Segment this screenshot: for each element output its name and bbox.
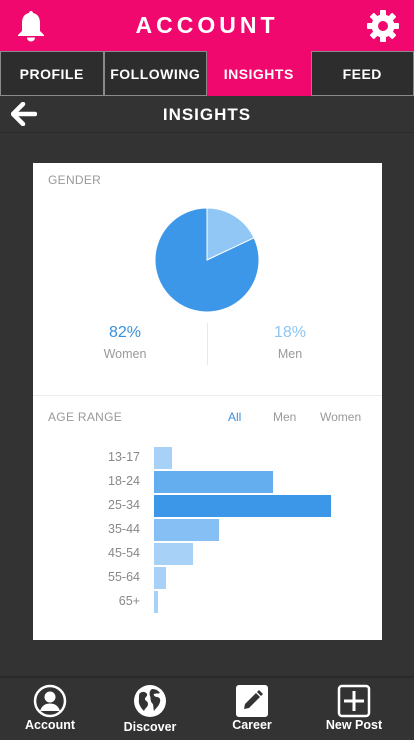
nav-account-label: Account bbox=[25, 718, 75, 732]
nav-career-label: Career bbox=[232, 718, 272, 732]
pencil-icon bbox=[236, 685, 268, 717]
header-title: ACCOUNT bbox=[135, 12, 279, 38]
nav-career[interactable]: Career bbox=[202, 678, 302, 740]
account-tabs: PROFILE FOLLOWING INSIGHTS FEED bbox=[0, 51, 414, 96]
filter-all[interactable]: All bbox=[228, 410, 241, 424]
gender-section-label: GENDER bbox=[48, 173, 102, 187]
men-percentage: 18% bbox=[273, 324, 307, 341]
tab-feed[interactable]: FEED bbox=[310, 51, 414, 96]
user-circle-icon bbox=[33, 684, 67, 718]
age-range-bar-chart: 13-17 18-24 25-34 35-44 45-54 55-64 65+ bbox=[33, 447, 382, 617]
nav-discover[interactable]: Discover bbox=[100, 678, 200, 740]
nav-new-post[interactable]: New Post bbox=[304, 678, 404, 740]
age-bar-25-34 bbox=[154, 495, 331, 517]
age-bar-35-44 bbox=[154, 519, 219, 541]
globe-icon bbox=[134, 685, 166, 717]
women-stat: 82% Women bbox=[65, 324, 185, 361]
age-label-45-54: 45-54 bbox=[108, 546, 140, 560]
women-label: Women bbox=[103, 347, 147, 361]
age-range-label: AGE RANGE bbox=[48, 410, 123, 424]
age-label-65plus: 65+ bbox=[118, 594, 140, 608]
age-bar-13-17 bbox=[154, 447, 172, 469]
age-label-35-44: 35-44 bbox=[108, 522, 140, 536]
tab-insights[interactable]: INSIGHTS bbox=[207, 51, 311, 96]
stat-divider bbox=[207, 323, 208, 365]
gender-pie-chart bbox=[154, 207, 260, 313]
insights-subheader: INSIGHTS bbox=[0, 96, 414, 133]
age-label-18-24: 18-24 bbox=[108, 474, 140, 488]
nav-new-post-label: New Post bbox=[325, 718, 383, 732]
insights-card: GENDER 82% Women 18% Men AGE RANGE All M… bbox=[33, 163, 382, 640]
plus-square-icon bbox=[337, 684, 371, 718]
filter-men[interactable]: Men bbox=[273, 410, 296, 424]
filter-women[interactable]: Women bbox=[320, 410, 361, 424]
age-bar-65plus bbox=[154, 591, 158, 613]
age-bar-55-64 bbox=[154, 567, 166, 589]
gear-icon[interactable] bbox=[366, 9, 400, 43]
women-percentage: 82% bbox=[108, 324, 142, 341]
age-label-25-34: 25-34 bbox=[108, 498, 140, 512]
section-divider bbox=[33, 395, 382, 396]
nav-discover-label: Discover bbox=[123, 720, 177, 734]
age-bar-45-54 bbox=[154, 543, 193, 565]
page-title: INSIGHTS bbox=[162, 105, 252, 124]
age-label-55-64: 55-64 bbox=[108, 570, 140, 584]
men-label: Men bbox=[277, 347, 303, 361]
age-label-13-17: 13-17 bbox=[108, 450, 140, 464]
app-header: ACCOUNT bbox=[0, 0, 414, 51]
bottom-nav: Account Discover Career New Post bbox=[0, 676, 414, 740]
tab-following[interactable]: FOLLOWING bbox=[103, 51, 207, 96]
tab-profile[interactable]: PROFILE bbox=[0, 51, 104, 96]
age-bar-18-24 bbox=[154, 471, 273, 493]
men-stat: 18% Men bbox=[230, 324, 350, 361]
nav-account[interactable]: Account bbox=[0, 678, 100, 740]
